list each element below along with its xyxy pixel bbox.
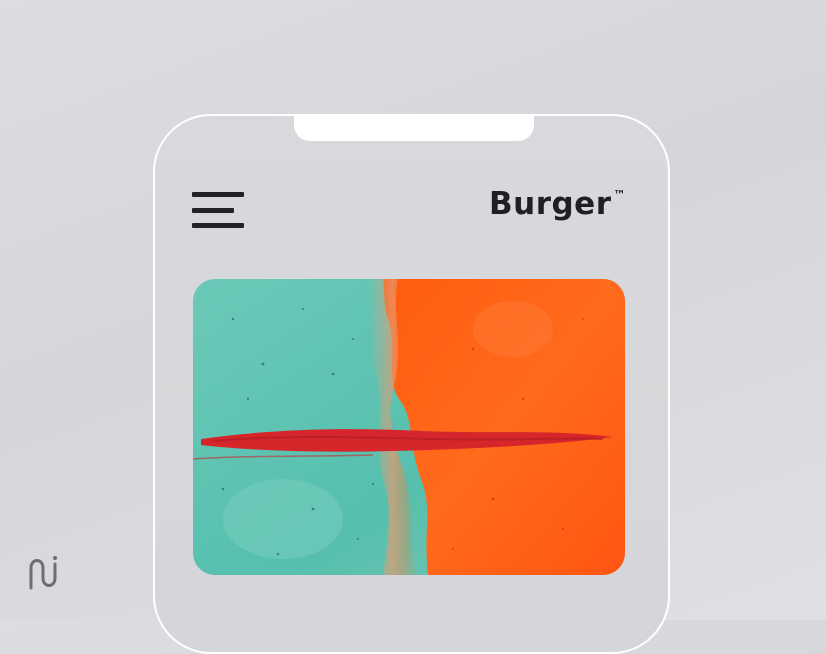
phone-notch xyxy=(294,114,534,141)
hamburger-menu-icon[interactable] xyxy=(192,190,246,230)
abstract-paint-image xyxy=(193,279,625,575)
brand-title: Burger ™ xyxy=(489,186,626,222)
menu-line xyxy=(192,192,244,197)
brand-name: Burger xyxy=(489,186,612,222)
trademark-sign: ™ xyxy=(613,188,626,202)
phone-frame: Burger ™ xyxy=(153,114,670,654)
logo-mark-icon xyxy=(29,556,57,590)
hero-image xyxy=(193,279,625,575)
menu-line xyxy=(192,223,244,228)
menu-line xyxy=(192,207,234,213)
